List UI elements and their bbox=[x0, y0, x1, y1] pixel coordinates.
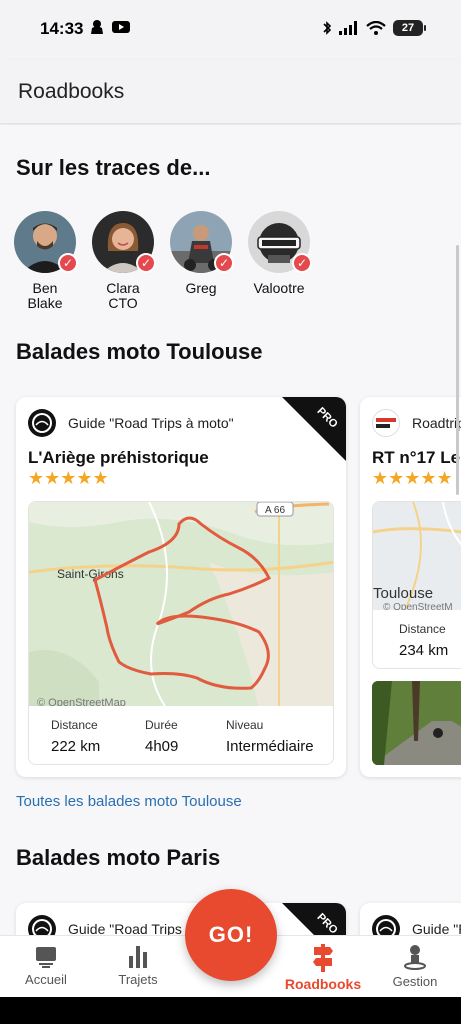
map-road-label: A 66 bbox=[265, 505, 285, 516]
roadbook-card[interactable]: Roadtrip RT n°17 Le T ★★★★★ Toulouse © O… bbox=[360, 397, 461, 777]
go-button[interactable]: GO! bbox=[185, 889, 277, 981]
bluetooth-icon bbox=[323, 21, 332, 35]
nav-item-roadbooks[interactable]: Roadbooks bbox=[283, 944, 363, 992]
people-list: ✓ Ben Blake ✓ Clara CTO ✓ Greg ✓ Valootr… bbox=[14, 211, 312, 311]
person-name: Clara CTO bbox=[106, 280, 140, 311]
user-pin-icon bbox=[404, 945, 426, 970]
nav-label: Roadbooks bbox=[284, 976, 362, 992]
card-guide-name: Guide "F bbox=[412, 921, 461, 935]
card-title: RT n°17 Le T bbox=[372, 448, 461, 467]
guide-logo-icon bbox=[372, 915, 400, 935]
wifi-icon bbox=[366, 21, 386, 35]
route-photo bbox=[372, 681, 461, 765]
stat-label-level: Niveau bbox=[226, 718, 264, 732]
ghost-icon bbox=[91, 20, 103, 34]
nav-label: Accueil bbox=[25, 972, 67, 987]
guide-logo-icon bbox=[28, 409, 56, 437]
route-map[interactable]: Toulouse © OpenStreetM Distance 234 km bbox=[372, 501, 461, 669]
person-valootre[interactable]: ✓ Valootre bbox=[248, 211, 312, 311]
main-content[interactable]: Sur les traces de... ✓ Ben Blake ✓ Clara… bbox=[0, 125, 461, 935]
status-time: 14:33 bbox=[40, 19, 84, 38]
youtube-icon bbox=[112, 21, 130, 33]
roadbook-card[interactable]: Guide "Road Trips à PRO bbox=[16, 903, 346, 935]
roadtrip-logo-icon bbox=[372, 409, 400, 437]
stat-value-level: Intermédiaire bbox=[226, 738, 314, 755]
card-guide-name: Roadtrip bbox=[412, 415, 461, 431]
stat-label-duration: Durée bbox=[145, 718, 178, 732]
route-stats: Distance 222 km Durée 4h09 Niveau Interm… bbox=[29, 706, 333, 764]
section-title-paris: Balades moto Paris bbox=[16, 845, 221, 870]
verified-badge-icon: ✓ bbox=[58, 253, 78, 273]
rating-stars: ★★★★★ bbox=[372, 468, 453, 488]
system-nav-bar bbox=[0, 997, 461, 1024]
card-guide-name: Guide "Road Trips à bbox=[68, 921, 194, 935]
person-name: Ben Blake bbox=[27, 280, 63, 311]
pro-badge: PRO bbox=[282, 903, 346, 935]
verified-badge-icon: ✓ bbox=[136, 253, 156, 273]
route-stats: Distance 234 km bbox=[373, 610, 461, 668]
nav-item-trajets[interactable]: Trajets bbox=[98, 944, 178, 987]
person-name: Greg bbox=[185, 280, 217, 296]
route-map[interactable]: A 66 Saint-Girons © OpenStreetMap Distan… bbox=[28, 501, 334, 765]
person-ben-blake[interactable]: ✓ Ben Blake bbox=[14, 211, 78, 311]
signal-icon bbox=[339, 21, 357, 35]
person-clara-cto[interactable]: ✓ Clara CTO bbox=[92, 211, 156, 311]
stat-value-distance: 234 km bbox=[399, 642, 449, 659]
section-title-people: Sur les traces de... bbox=[16, 155, 211, 180]
nav-item-gestion[interactable]: Gestion bbox=[375, 944, 455, 989]
guide-logo-icon bbox=[28, 915, 56, 935]
verified-badge-icon: ✓ bbox=[292, 253, 312, 273]
pro-badge: PRO bbox=[282, 397, 346, 461]
map-town-label: Toulouse bbox=[373, 585, 433, 602]
stat-label-distance: Distance bbox=[51, 718, 98, 732]
nav-label: Trajets bbox=[118, 972, 158, 987]
battery-icon: 27 bbox=[393, 20, 426, 36]
stat-value-duration: 4h09 bbox=[145, 738, 179, 755]
home-screen-icon bbox=[36, 947, 56, 968]
roadbook-card[interactable]: Guide "Road Trips à moto" PRO L'Ariège p… bbox=[16, 397, 346, 777]
stat-label-distance: Distance bbox=[399, 622, 446, 636]
app-header: Roadbooks bbox=[0, 60, 461, 124]
roadbook-card[interactable]: Guide "F bbox=[360, 903, 461, 935]
section-title-toulouse: Balades moto Toulouse bbox=[16, 339, 263, 364]
nav-item-accueil[interactable]: Accueil bbox=[6, 944, 86, 987]
person-greg[interactable]: ✓ Greg bbox=[170, 211, 234, 311]
verified-badge-icon: ✓ bbox=[214, 253, 234, 273]
signpost-icon bbox=[313, 944, 333, 972]
card-title: L'Ariège préhistorique bbox=[28, 448, 209, 467]
scrollbar[interactable] bbox=[456, 245, 459, 495]
status-bar: 14:33 27 bbox=[0, 0, 461, 60]
rating-stars: ★★★★★ bbox=[28, 468, 109, 488]
link-all-toulouse[interactable]: Toutes les balades moto Toulouse bbox=[16, 793, 242, 810]
bar-chart-icon bbox=[129, 946, 147, 968]
nav-label: Gestion bbox=[392, 974, 438, 989]
person-name: Valootre bbox=[253, 280, 305, 296]
page-title: Roadbooks bbox=[18, 80, 125, 103]
card-guide-name: Guide "Road Trips à moto" bbox=[68, 415, 234, 431]
stat-value-distance: 222 km bbox=[51, 738, 101, 755]
